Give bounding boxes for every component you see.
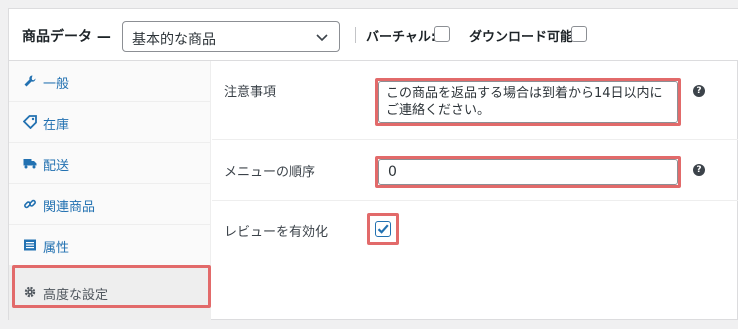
tab-label: 属性: [43, 241, 70, 256]
tab-label: 配送: [43, 159, 70, 174]
tab-label: 関連商品: [43, 200, 96, 215]
downloadable-checkbox[interactable]: [571, 26, 587, 42]
product-data-tabs: 一般 在庫 配送 関連商品 属性 高度な設定: [9, 61, 211, 320]
help-icon[interactable]: ?: [693, 85, 705, 97]
virtual-label: バーチャル:: [366, 30, 437, 45]
tab-label: 一般: [43, 77, 70, 92]
checkmark-icon: [377, 224, 389, 234]
tab-attributes[interactable]: 属性: [9, 225, 210, 266]
wrench-icon: [24, 75, 36, 87]
tab-linked-products[interactable]: 関連商品: [9, 184, 210, 225]
tab-general[interactable]: 一般: [9, 61, 210, 102]
list-icon: [24, 239, 36, 251]
downloadable-label: ダウンロード可能:: [469, 30, 579, 45]
tab-label: 高度な設定: [43, 288, 109, 303]
product-type-select[interactable]: 基本的な商品: [122, 21, 340, 52]
tab-inventory[interactable]: 在庫: [9, 102, 210, 143]
link-icon: [24, 199, 36, 209]
tab-label: 在庫: [43, 118, 70, 133]
field-divider: [212, 139, 738, 140]
help-icon[interactable]: ?: [693, 164, 705, 176]
header-divider: [355, 27, 356, 43]
virtual-checkbox[interactable]: [434, 26, 450, 42]
truck-icon: [23, 159, 37, 169]
tag-icon: [23, 115, 37, 129]
field-divider: [212, 200, 738, 201]
purchase-note-textarea[interactable]: この商品を返品する場合は到着から14日以内にご連絡ください。: [378, 81, 678, 123]
purchase-note-label: 注意事項: [224, 85, 277, 100]
menu-order-input[interactable]: 0: [378, 159, 678, 185]
panel-title: 商品データ —: [22, 29, 111, 45]
product-type-value: 基本的な商品: [132, 32, 216, 48]
tab-shipping[interactable]: 配送: [9, 143, 210, 184]
product-data-panel: 商品データ — 基本的な商品 バーチャル: ダウンロード可能: 一般 在庫 配送…: [8, 8, 738, 320]
enable-reviews-checkbox[interactable]: [375, 221, 391, 237]
menu-order-label: メニューの順序: [224, 165, 316, 180]
gear-icon: [24, 286, 36, 298]
tab-advanced[interactable]: 高度な設定: [9, 266, 210, 320]
enable-reviews-label: レビューを有効化: [224, 225, 329, 240]
chevron-down-icon: [316, 34, 328, 42]
panel-header: 商品データ — 基本的な商品 バーチャル: ダウンロード可能:: [9, 9, 738, 61]
